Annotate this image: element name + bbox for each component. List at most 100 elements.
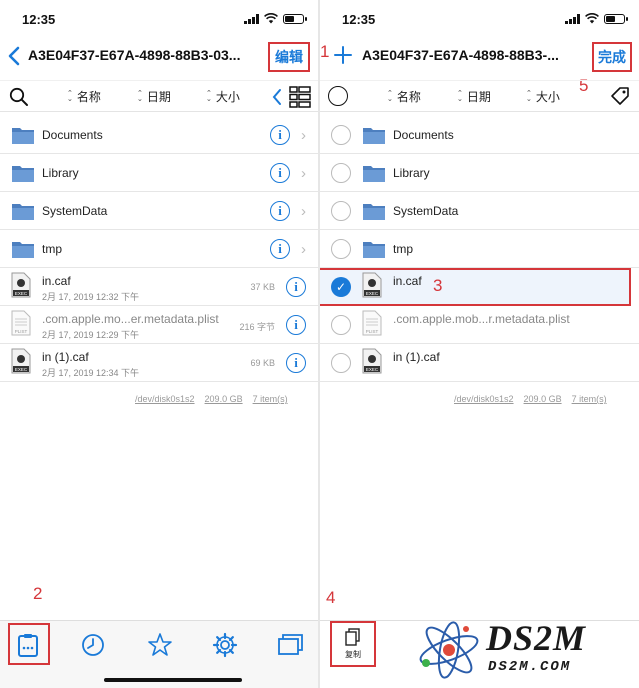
- nav-bar: A3E04F37-E67A-4898-88B3-03... 编辑: [0, 38, 318, 74]
- battery-icon: [283, 13, 307, 24]
- select-radio[interactable]: [331, 239, 351, 259]
- tag-icon[interactable]: [610, 86, 630, 106]
- chevron-right-icon: ›: [301, 203, 306, 220]
- list-item-library[interactable]: Library i ›: [0, 154, 318, 192]
- select-radio[interactable]: [331, 125, 351, 145]
- list-item-metadata-plist[interactable]: PLIST .com.apple.mo...er.metadata.plist …: [0, 306, 318, 344]
- exec-file-icon: EXEC: [11, 348, 31, 374]
- tab-settings-gear-icon[interactable]: [211, 631, 239, 659]
- info-icon[interactable]: i: [286, 315, 306, 335]
- list-item-in-caf[interactable]: EXEC in.caf 2月 17, 2019 12:32 下午 37 KB i: [0, 268, 318, 306]
- exec-file-icon: EXEC: [362, 272, 382, 298]
- folder-icon: [363, 128, 385, 144]
- copy-button[interactable]: 复制: [330, 621, 376, 667]
- info-icon[interactable]: i: [270, 201, 290, 221]
- search-icon[interactable]: [9, 87, 29, 107]
- select-all-circle-icon[interactable]: [328, 86, 348, 106]
- folder-icon: [12, 128, 34, 144]
- folder-icon: [363, 242, 385, 258]
- nav-title: A3E04F37-E67A-4898-88B3-...: [362, 47, 559, 63]
- list-item-library[interactable]: Library: [320, 154, 639, 192]
- info-icon[interactable]: i: [270, 239, 290, 259]
- list-item-documents[interactable]: Documents i ›: [0, 116, 318, 154]
- plist-file-icon: PLIST: [11, 310, 31, 336]
- sort-by-date[interactable]: ⌃ ⌄ 日期: [137, 88, 171, 105]
- sort-by-name[interactable]: ⌃ ⌄ 名称: [387, 88, 421, 105]
- tab-recent-clock-icon[interactable]: [79, 631, 107, 659]
- sort-by-size[interactable]: ⌃ ⌄ 大小: [206, 88, 240, 105]
- status-time: 12:35: [342, 12, 376, 27]
- svg-text:PLIST: PLIST: [15, 329, 28, 334]
- sort-by-date[interactable]: ⌃ ⌄ 日期: [457, 88, 491, 105]
- select-radio[interactable]: [331, 353, 351, 373]
- list-item-metadata-plist[interactable]: PLIST .com.apple.mob...r.metadata.plist: [320, 306, 639, 344]
- info-icon[interactable]: i: [286, 353, 306, 373]
- sort-arrows-icon: ⌃ ⌄: [137, 89, 143, 103]
- svg-text:PLIST: PLIST: [366, 329, 379, 334]
- svg-text:EXEC: EXEC: [366, 367, 379, 372]
- sort-bar: ⌃ ⌄ 名称 ⌃ ⌄ 日期 ⌃ ⌄ 大小: [320, 80, 639, 112]
- selected-check-icon[interactable]: ✓: [331, 277, 351, 297]
- list-item-in-1-caf[interactable]: EXEC in (1).caf 2月 17, 2019 12:34 下午 69 …: [0, 344, 318, 382]
- battery-icon: [604, 13, 628, 24]
- list-item-systemdata[interactable]: SystemData i ›: [0, 192, 318, 230]
- logo-text: DS2M: [486, 618, 587, 658]
- annotation-4: 4: [326, 588, 336, 607]
- folder-icon: [12, 204, 34, 220]
- cellular-signal-icon: [244, 13, 259, 24]
- info-icon[interactable]: i: [286, 277, 306, 297]
- watermark-logo: DS2M DS2M.COM: [416, 615, 636, 685]
- status-time: 12:35: [22, 12, 56, 27]
- list-item-tmp[interactable]: tmp i ›: [0, 230, 318, 268]
- list-view-icon[interactable]: [289, 86, 311, 108]
- copy-icon: [345, 628, 360, 646]
- tab-windows-icon[interactable]: [276, 631, 304, 659]
- exec-file-icon: EXEC: [11, 272, 31, 298]
- tab-favorites-star-icon[interactable]: [146, 631, 174, 659]
- sort-arrows-icon: ⌃ ⌄: [67, 89, 73, 103]
- chevron-right-icon: ›: [301, 165, 306, 182]
- folder-icon: [363, 204, 385, 220]
- annotation-box-tab: [8, 623, 50, 665]
- select-radio[interactable]: [331, 315, 351, 335]
- annotation-3: 3: [433, 276, 443, 295]
- sort-by-name[interactable]: ⌃ ⌄ 名称: [67, 88, 101, 105]
- list-item-in-1-caf[interactable]: EXEC in (1).caf: [320, 344, 639, 382]
- sort-arrows-icon: ⌃ ⌄: [206, 89, 212, 103]
- done-button[interactable]: 完成: [592, 42, 632, 72]
- svg-text:EXEC: EXEC: [366, 291, 379, 296]
- select-radio[interactable]: [331, 163, 351, 183]
- plist-file-icon: PLIST: [362, 310, 382, 336]
- sort-arrows-icon: ⌃ ⌄: [526, 89, 532, 103]
- status-bar: 12:35: [0, 10, 318, 30]
- nav-bar: 1 A3E04F37-E67A-4898-88B3-... 完成: [320, 38, 639, 74]
- edit-screen: 12:35 1 A3E04F37-E67A-4898-88B3-... 完成 5…: [320, 0, 639, 688]
- wifi-icon: [585, 13, 599, 24]
- home-indicator: [104, 678, 242, 682]
- storage-footer: /dev/disk0s1s2 209.0 GB 7 item(s): [454, 394, 607, 404]
- list-item-documents[interactable]: Documents: [320, 116, 639, 154]
- sort-by-size[interactable]: ⌃ ⌄ 大小: [526, 88, 560, 105]
- edit-button[interactable]: 编辑: [268, 42, 310, 72]
- select-radio[interactable]: [331, 201, 351, 221]
- sort-arrows-icon: ⌃ ⌄: [387, 89, 393, 103]
- info-icon[interactable]: i: [270, 163, 290, 183]
- wifi-icon: [264, 13, 278, 24]
- list-item-in-caf-selected[interactable]: ✓ EXEC in.caf 3: [320, 268, 631, 306]
- folder-icon: [12, 166, 34, 182]
- info-icon[interactable]: i: [270, 125, 290, 145]
- exec-file-icon: EXEC: [362, 348, 382, 374]
- folder-icon: [363, 166, 385, 182]
- browse-screen: 12:35 A3E04F37-E67A-4898-88B3-03... 编辑 ⌃…: [0, 0, 318, 688]
- add-plus-icon[interactable]: [334, 46, 352, 64]
- sort-bar: ⌃ ⌄ 名称 ⌃ ⌄ 日期 ⌃ ⌄ 大小: [0, 80, 318, 112]
- sort-arrows-icon: ⌃ ⌄: [457, 89, 463, 103]
- logo-subtext: DS2M.COM: [488, 659, 572, 675]
- back-chevron-icon[interactable]: [6, 45, 24, 67]
- cellular-signal-icon: [565, 13, 580, 24]
- status-bar: 12:35: [320, 10, 639, 30]
- list-item-tmp[interactable]: tmp: [320, 230, 639, 268]
- collapse-chevron-icon[interactable]: [271, 88, 283, 106]
- list-item-systemdata[interactable]: SystemData: [320, 192, 639, 230]
- chevron-right-icon: ›: [301, 241, 306, 258]
